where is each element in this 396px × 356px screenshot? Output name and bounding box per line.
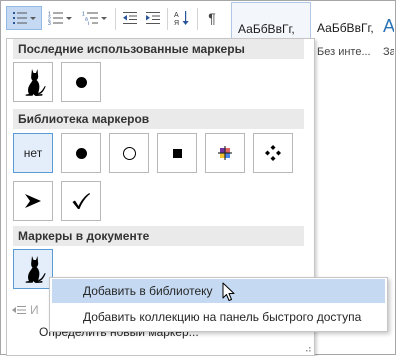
four-diamond-bullet-icon xyxy=(265,145,281,161)
chevron-down-icon xyxy=(66,16,72,20)
bullet-context-menu: Добавить в библиотеку Добавить коллекцию… xyxy=(49,277,388,332)
library-bullet-four-diamond[interactable] xyxy=(253,133,293,173)
document-bullets-header: Маркеры в документе xyxy=(13,226,304,246)
four-color-square-bullet-icon xyxy=(218,146,232,160)
chevron-down-icon xyxy=(30,16,36,20)
style-sample: А xyxy=(383,16,394,36)
decrease-indent-button[interactable] xyxy=(119,6,141,30)
increase-indent-icon xyxy=(146,12,160,24)
checkmark-bullet-icon xyxy=(72,193,90,209)
ribbon-separator xyxy=(197,8,198,30)
app-window: 1 2 3 1 a i A Я ¶ АаБбВвГг, АаБбВвГг, Бе… xyxy=(0,0,396,356)
resize-grip-icon[interactable] xyxy=(303,344,311,352)
multilevel-list-button[interactable]: 1 a i xyxy=(78,6,110,30)
numbering-button[interactable]: 1 2 3 xyxy=(45,6,75,30)
style-tile-heading[interactable]: А За xyxy=(381,2,394,60)
library-bullet-arrowhead[interactable] xyxy=(13,181,53,221)
open-circle-bullet-icon xyxy=(122,146,136,160)
change-level-label: И xyxy=(30,303,39,317)
style-name: Без инте... xyxy=(317,46,371,58)
style-name: За xyxy=(383,46,394,58)
change-list-level-command[interactable]: И xyxy=(12,299,39,321)
increase-indent-button[interactable] xyxy=(142,6,164,30)
library-bullet-none[interactable]: нет xyxy=(13,133,53,173)
bulleted-list-icon xyxy=(13,12,27,24)
chevron-down-icon xyxy=(100,16,107,20)
decrease-indent-icon xyxy=(123,12,137,24)
recent-bullets-header: Последние использованные маркеры xyxy=(13,39,304,59)
document-bullet-cat[interactable] xyxy=(13,249,53,289)
library-bullet-four-color-square[interactable] xyxy=(205,133,245,173)
filled-circle-bullet-icon xyxy=(75,76,87,88)
style-tile-no-spacing[interactable]: АаБбВвГг, Без инте... xyxy=(311,2,381,60)
library-bullet-checkmark[interactable] xyxy=(61,181,101,221)
none-label: нет xyxy=(23,146,43,160)
arrowhead-bullet-icon xyxy=(25,194,41,208)
filled-circle-bullet-icon xyxy=(75,147,87,159)
filled-square-bullet-icon xyxy=(172,148,182,158)
svg-text:i: i xyxy=(88,21,89,25)
sort-button[interactable]: A Я xyxy=(171,6,193,30)
add-gallery-to-qat-label: Добавить коллекцию на панель быстрого до… xyxy=(83,310,362,324)
sort-icon: A Я xyxy=(174,11,189,26)
add-to-library-menu-item[interactable]: Добавить в библиотеку xyxy=(52,279,385,303)
numbered-list-icon: 1 2 3 xyxy=(48,12,63,25)
show-formatting-button[interactable]: ¶ xyxy=(201,6,223,30)
cat-bullet-icon xyxy=(25,256,46,283)
recent-bullet-cat[interactable] xyxy=(13,62,53,102)
add-gallery-to-qat-menu-item[interactable]: Добавить коллекцию на панель быстрого до… xyxy=(52,305,385,329)
recent-bullet-filled-circle[interactable] xyxy=(61,62,101,102)
svg-text:Я: Я xyxy=(174,20,179,26)
bullets-button[interactable] xyxy=(6,6,42,30)
svg-text:A: A xyxy=(174,12,179,19)
cat-bullet-icon xyxy=(25,69,46,96)
style-sample: АаБбВвГг, xyxy=(317,21,374,35)
library-bullet-filled-square[interactable] xyxy=(157,133,197,173)
show-formatting-marks-icon: ¶ xyxy=(208,10,216,26)
svg-text:3: 3 xyxy=(48,21,51,25)
ribbon-separator xyxy=(167,8,168,30)
style-sample: АаБбВвГг, xyxy=(238,22,295,36)
multilevel-list-icon: 1 a i xyxy=(82,12,98,25)
change-level-icon xyxy=(12,300,30,322)
bullet-library-header: Библиотека маркеров xyxy=(13,109,304,129)
library-bullet-filled-circle[interactable] xyxy=(61,133,101,173)
library-bullet-open-circle[interactable] xyxy=(109,133,149,173)
mouse-cursor-icon xyxy=(222,282,235,301)
add-to-library-label: Добавить в библиотеку xyxy=(83,284,213,298)
ribbon-separator xyxy=(115,8,116,30)
